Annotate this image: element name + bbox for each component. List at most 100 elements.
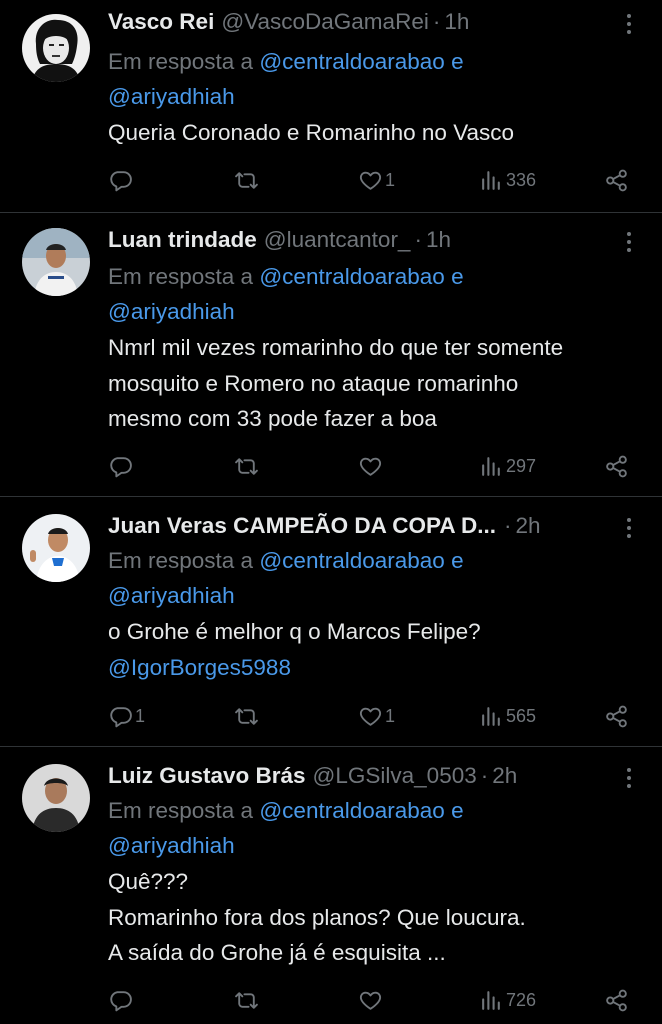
mention-link[interactable]: @centraldoarabao [259, 798, 444, 823]
mention-link[interactable]: @IgorBorges5988 [108, 650, 662, 686]
retweet-button[interactable] [234, 166, 261, 196]
reply-prefix: Em resposta a [108, 264, 254, 289]
separator-dot: · [480, 763, 489, 788]
reply-icon [110, 457, 132, 478]
views-button[interactable]: 565 [479, 701, 536, 731]
mention-link[interactable]: @centraldoarabao [259, 49, 444, 74]
mention-link[interactable]: @ariyadhiah [108, 84, 235, 109]
reply-and: e [451, 798, 464, 823]
tweet[interactable]: Juan Veras CAMPEÃO DA COPA D... · 2h Em … [0, 497, 662, 747]
share-button[interactable] [604, 701, 629, 731]
mention-link[interactable]: @ariyadhiah [108, 299, 235, 324]
reply-context: Em resposta a @centraldoarabao e @ariyad… [108, 544, 662, 613]
text-line: o Grohe é melhor q o Marcos Felipe? [108, 619, 481, 644]
heart-icon [359, 991, 382, 1010]
author-name[interactable]: Luiz Gustavo Brás [108, 761, 306, 791]
avatar[interactable] [22, 228, 90, 296]
tweet-text: Quê??? Romarinho fora dos planos? Que lo… [108, 864, 662, 971]
retweet-button[interactable] [234, 452, 261, 482]
timestamp[interactable]: 2h [516, 511, 541, 541]
views-count: 297 [506, 456, 537, 476]
like-count: 1 [385, 705, 396, 726]
author-handle[interactable]: @VascoDaGamaRei [221, 7, 429, 37]
tweet-text: Queria Coronado e Romarinho no Vasco [108, 115, 662, 151]
user-avatar-icon [22, 228, 90, 296]
action-bar: 1 336 [108, 166, 662, 196]
share-button[interactable] [604, 166, 629, 196]
reply-context: Em resposta a @centraldoarabao e @ariyad… [108, 260, 662, 329]
more-icon[interactable] [622, 230, 636, 254]
views-button[interactable]: 297 [479, 452, 536, 482]
avatar[interactable] [22, 514, 90, 582]
tweet[interactable]: Luan trindade @luantcantor_ · 1h Em resp… [0, 213, 662, 497]
reply-prefix: Em resposta a [108, 798, 254, 823]
share-button[interactable] [604, 452, 629, 482]
avatar[interactable] [22, 14, 90, 82]
reply-button[interactable] [108, 452, 135, 482]
reply-button[interactable] [108, 986, 135, 1016]
views-icon [482, 457, 500, 476]
views-icon [482, 706, 500, 726]
mention-link[interactable]: @ariyadhiah [108, 833, 235, 858]
views-count: 565 [506, 705, 537, 726]
text-line: mesmo com 33 pode fazer a boa [108, 406, 437, 431]
reply-context: Em resposta a @centraldoarabao e @ariyad… [108, 794, 662, 863]
author-handle[interactable]: @luantcantor_ [264, 225, 411, 255]
retweet-icon [235, 458, 258, 475]
like-button[interactable] [358, 452, 385, 482]
author-name[interactable]: Vasco Rei [108, 7, 214, 37]
reply-and: e [451, 49, 464, 74]
avatar[interactable] [22, 764, 90, 832]
user-avatar-icon [22, 514, 90, 582]
views-button[interactable]: 336 [479, 166, 536, 196]
reply-count: 1 [135, 705, 146, 726]
tweet[interactable]: Luiz Gustavo Brás @LGSilva_0503 · 2h Em … [0, 747, 662, 1024]
share-icon [606, 455, 627, 478]
vasco-avatar-icon [22, 14, 90, 82]
heart-icon [359, 707, 382, 726]
tweet-text: Nmrl mil vezes romarinho do que ter some… [108, 330, 662, 437]
retweet-button[interactable] [234, 986, 261, 1016]
timestamp[interactable]: 2h [492, 761, 517, 791]
mention-link[interactable]: @centraldoarabao [259, 264, 444, 289]
mention-link[interactable]: @ariyadhiah [108, 583, 235, 608]
reply-icon [110, 706, 132, 727]
action-bar: 297 [108, 452, 662, 482]
tweet[interactable]: Vasco Rei @VascoDaGamaRei · 1h Em respos… [0, 0, 662, 213]
author-name[interactable]: Juan Veras CAMPEÃO DA COPA D... [108, 511, 496, 541]
timestamp[interactable]: 1h [426, 225, 451, 255]
share-button[interactable] [604, 986, 629, 1016]
reply-prefix: Em resposta a [108, 548, 254, 573]
reply-and: e [451, 548, 464, 573]
action-bar: 726 [108, 986, 662, 1016]
retweet-icon [235, 172, 258, 189]
more-icon[interactable] [622, 12, 636, 36]
views-button[interactable]: 726 [479, 986, 536, 1016]
like-button[interactable]: 1 [358, 701, 395, 731]
separator-dot: · [432, 9, 441, 34]
text-line: Quê??? [108, 869, 189, 894]
like-button[interactable]: 1 [358, 166, 395, 196]
separator-dot: · [414, 227, 422, 252]
more-icon[interactable] [622, 516, 636, 540]
views-count: 336 [506, 170, 537, 190]
heart-icon [359, 457, 382, 476]
author-name[interactable]: Luan trindade [108, 225, 257, 255]
text-line: mosquito e Romero no ataque romarinho [108, 370, 519, 396]
reply-feed: Vasco Rei @VascoDaGamaRei · 1h Em respos… [0, 0, 662, 1024]
more-icon[interactable] [622, 766, 636, 790]
text-line: Romarinho fora dos planos? Que loucura. [108, 904, 526, 930]
views-icon [482, 991, 500, 1010]
user-avatar-icon [22, 764, 90, 832]
author-handle[interactable]: @LGSilva_0503 [313, 761, 477, 791]
reply-icon [110, 171, 132, 192]
reply-and: e [451, 264, 464, 289]
mention-link[interactable]: @centraldoarabao [259, 548, 444, 573]
retweet-icon [235, 992, 258, 1009]
retweet-icon [235, 707, 258, 725]
reply-button[interactable] [108, 166, 135, 196]
like-button[interactable] [358, 986, 385, 1016]
retweet-button[interactable] [234, 701, 261, 731]
timestamp[interactable]: 1h [444, 7, 469, 37]
reply-button[interactable]: 1 [108, 701, 145, 731]
